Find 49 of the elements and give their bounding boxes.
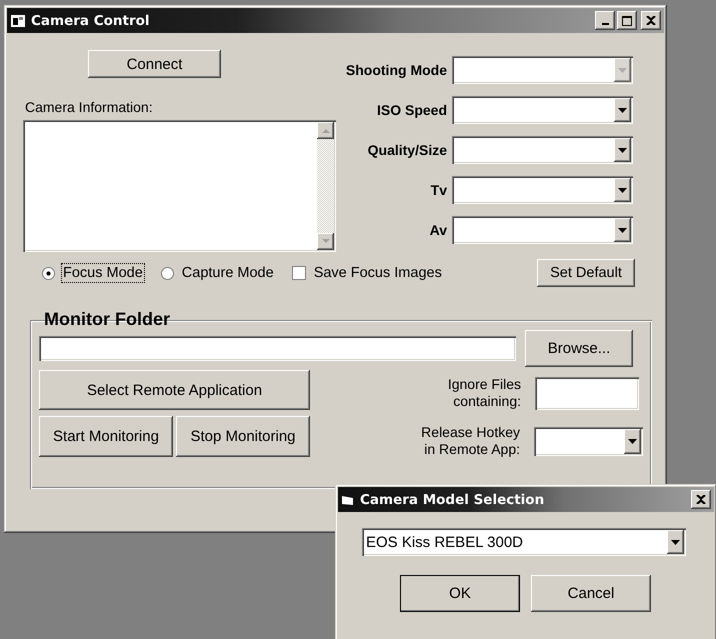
close-icon	[696, 495, 706, 504]
cancel-button[interactable]: Cancel	[531, 575, 651, 612]
ok-button[interactable]: OK	[400, 575, 520, 612]
browse-button[interactable]: Browse...	[525, 330, 633, 367]
camera-model-dropdown[interactable]: EOS Kiss REBEL 300D	[362, 528, 686, 556]
setting-dropdown[interactable]	[452, 96, 633, 124]
minimize-icon	[602, 22, 608, 24]
checkbox[interactable]	[292, 266, 306, 280]
radio-label: Focus Mode	[61, 263, 145, 283]
up-arrow-icon	[322, 128, 330, 133]
ignore-files-label: Ignore Files containing:	[446, 376, 521, 410]
window-icon	[341, 494, 355, 506]
scrollbar[interactable]	[317, 122, 334, 250]
setting-dropdown[interactable]	[452, 176, 633, 204]
close-icon	[646, 16, 656, 25]
close-button[interactable]	[691, 490, 711, 509]
setting-label: Av	[428, 222, 447, 238]
connect-button[interactable]: Connect	[88, 50, 221, 78]
checkbox-label: Save Focus Images	[312, 264, 443, 283]
setting-label: Quality/Size	[366, 142, 447, 158]
down-arrow-icon	[322, 239, 330, 244]
radio-label: Capture Mode	[180, 264, 275, 283]
release-hotkey-dropdown[interactable]	[534, 426, 643, 456]
dialog-title: Camera Model Selection	[360, 492, 544, 508]
scroll-up-button[interactable]	[317, 122, 334, 139]
select-remote-application-button[interactable]: Select Remote Application	[39, 370, 310, 410]
radio-button[interactable]	[160, 266, 174, 280]
folder-path-field[interactable]	[39, 336, 516, 361]
close-button[interactable]	[641, 11, 661, 30]
scroll-down-button[interactable]	[317, 233, 334, 250]
setting-label: Shooting Mode	[344, 62, 447, 78]
setting-dropdown[interactable]	[452, 136, 633, 164]
maximize-button[interactable]	[617, 11, 637, 30]
group-title: Monitor Folder	[43, 309, 171, 330]
setting-dropdown[interactable]	[452, 216, 633, 244]
setting-dropdown[interactable]	[452, 56, 633, 84]
maximize-icon	[622, 16, 632, 26]
minimize-button[interactable]	[595, 11, 615, 30]
ignore-files-field[interactable]	[535, 376, 639, 410]
stop-monitoring-button[interactable]: Stop Monitoring	[176, 416, 310, 457]
setting-label: Tv	[430, 182, 447, 198]
set-default-button[interactable]: Set Default	[537, 259, 635, 287]
camera-information-label: Camera Information:	[25, 99, 153, 115]
app-icon	[10, 14, 26, 28]
start-monitoring-button[interactable]: Start Monitoring	[39, 416, 173, 457]
setting-label: ISO Speed	[376, 102, 447, 118]
window-title: Camera Control	[31, 12, 150, 28]
radio-button[interactable]	[42, 266, 55, 280]
release-hotkey-label: Release Hotkey in Remote App:	[420, 424, 520, 458]
